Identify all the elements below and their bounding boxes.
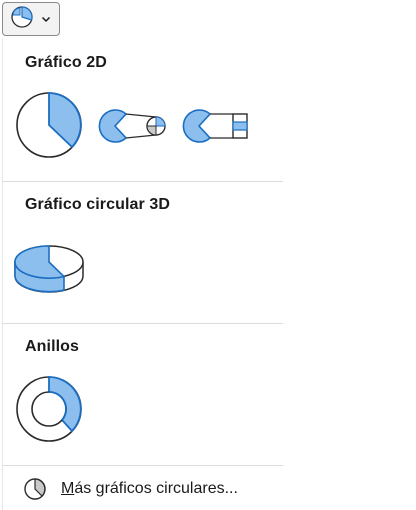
section-separator bbox=[3, 465, 283, 466]
chevron-down-icon bbox=[40, 13, 52, 25]
section-separator bbox=[3, 181, 283, 182]
doughnut-chart-option[interactable] bbox=[11, 374, 87, 444]
section-title-doughnut: Anillos bbox=[25, 338, 80, 355]
insert-pie-chart-dropdown-button[interactable] bbox=[2, 2, 60, 36]
3d-pie-chart-option[interactable] bbox=[11, 238, 87, 296]
pie-chart-icon bbox=[10, 5, 34, 34]
pie-of-pie-chart-option[interactable] bbox=[95, 106, 167, 146]
section-title-3d: Gráfico circular 3D bbox=[25, 196, 171, 213]
section-separator bbox=[3, 323, 283, 324]
more-pie-charts-label: Más gráficos circulares... bbox=[61, 480, 238, 497]
section-title-2d: Gráfico 2D bbox=[25, 54, 107, 71]
pie-chart-option[interactable] bbox=[11, 90, 87, 160]
pie-chart-picker: Gráfico 2D Gráfico circular 3D Anillos M… bbox=[0, 0, 416, 510]
bar-of-pie-chart-option[interactable] bbox=[179, 106, 251, 146]
pie-chart-gallery: Gráfico 2D Gráfico circular 3D Anillos M… bbox=[2, 38, 283, 510]
more-pie-charts-menu-item[interactable]: Más gráficos circulares... bbox=[3, 468, 283, 508]
pie-chart-outline-icon bbox=[23, 477, 47, 501]
